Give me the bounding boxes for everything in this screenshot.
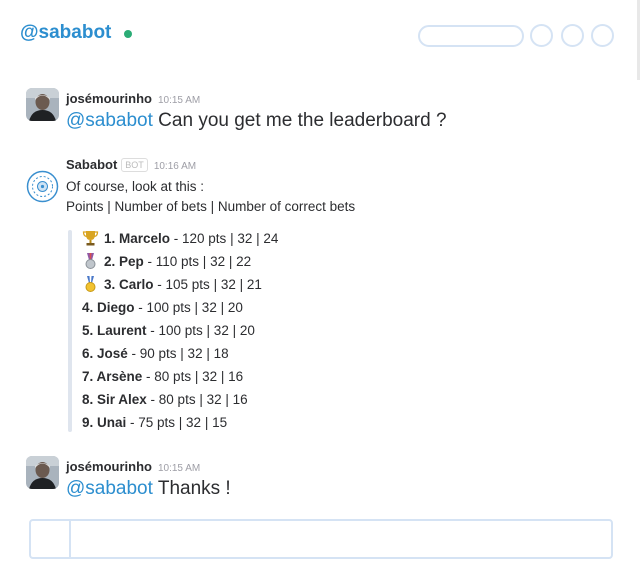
player-stats: - 120 pts | 32 | 24: [170, 231, 279, 246]
player-name: 7. Arsène: [82, 369, 143, 384]
message-timestamp[interactable]: 10:15 AM: [158, 463, 200, 474]
header-button-3[interactable]: [591, 24, 614, 47]
user-mention[interactable]: @sababot: [66, 110, 153, 131]
message-author[interactable]: josémourinho 10:15 AM: [66, 459, 200, 474]
avatar[interactable]: [26, 88, 59, 121]
player-name: 9. Unai: [82, 415, 127, 430]
leaderboard-row: 8. Sir Alex - 80 pts | 32 | 16: [82, 392, 248, 407]
channel-header: @sababot: [0, 0, 640, 66]
leaderboard-row: 3. Carlo - 105 pts | 32 | 21: [82, 276, 262, 292]
player-stats: - 80 pts | 32 | 16: [146, 392, 248, 407]
bot-badge: BOT: [121, 158, 148, 172]
player-stats: - 80 pts | 32 | 16: [142, 369, 244, 384]
leaderboard-row: 6. José - 90 pts | 32 | 18: [82, 346, 229, 361]
message-author[interactable]: Sababot BOT 10:16 AM: [66, 157, 196, 172]
leaderboard-row: 5. Laurent - 100 pts | 32 | 20: [82, 323, 255, 338]
header-button-1[interactable]: [530, 24, 553, 47]
player-stats: - 90 pts | 32 | 18: [127, 346, 229, 361]
player-stats: - 100 pts | 32 | 20: [146, 323, 255, 338]
message-body: Thanks !: [152, 478, 231, 499]
message-author[interactable]: josémourinho 10:15 AM: [66, 91, 200, 106]
message-body: Can you get me the leaderboard ?: [152, 110, 447, 131]
player-stats: - 105 pts | 32 | 21: [153, 277, 262, 292]
trophy-icon: [82, 230, 99, 246]
player-name: 4. Diego: [82, 300, 135, 315]
channel-title[interactable]: @sababot: [20, 22, 111, 44]
user-mention[interactable]: @sababot: [66, 478, 153, 499]
player-stats: - 110 pts | 32 | 22: [143, 254, 252, 269]
player-stats: - 100 pts | 32 | 20: [134, 300, 243, 315]
gold-medal-icon: [82, 276, 99, 292]
header-button-2[interactable]: [561, 24, 584, 47]
online-status-icon: [124, 30, 132, 38]
message-line-2: Points | Number of bets | Number of corr…: [66, 199, 356, 214]
message-timestamp[interactable]: 10:16 AM: [154, 161, 196, 172]
leaderboard-row: 4. Diego - 100 pts | 32 | 20: [82, 300, 243, 315]
silver-medal-icon: [82, 253, 99, 269]
attachment-bar: [68, 230, 72, 432]
attach-button[interactable]: [31, 521, 71, 557]
leaderboard-row: 1. Marcelo - 120 pts | 32 | 24: [82, 230, 278, 246]
message-line-1: Of course, look at this :: [66, 179, 205, 194]
search-input[interactable]: [418, 25, 524, 47]
message-text: @sababot Thanks !: [66, 478, 231, 500]
player-stats: - 75 pts | 32 | 15: [126, 415, 228, 430]
leaderboard-row: 2. Pep - 110 pts | 32 | 22: [82, 253, 251, 269]
message-text: @sababot Can you get me the leaderboard …: [66, 110, 447, 132]
player-name: 8. Sir Alex: [82, 392, 147, 407]
player-name: 6. José: [82, 346, 128, 361]
message-input[interactable]: [29, 519, 613, 559]
player-name: 1. Marcelo: [104, 231, 171, 246]
author-name[interactable]: josémourinho: [66, 91, 152, 106]
player-name: 2. Pep: [104, 254, 144, 269]
leaderboard-row: 9. Unai - 75 pts | 32 | 15: [82, 415, 227, 430]
player-name: 3. Carlo: [104, 277, 154, 292]
author-name[interactable]: josémourinho: [66, 459, 152, 474]
author-name[interactable]: Sababot: [66, 157, 117, 172]
leaderboard-row: 7. Arsène - 80 pts | 32 | 16: [82, 369, 243, 384]
bot-avatar[interactable]: [26, 170, 59, 203]
avatar[interactable]: [26, 456, 59, 489]
message-timestamp[interactable]: 10:15 AM: [158, 95, 200, 106]
player-name: 5. Laurent: [82, 323, 147, 338]
